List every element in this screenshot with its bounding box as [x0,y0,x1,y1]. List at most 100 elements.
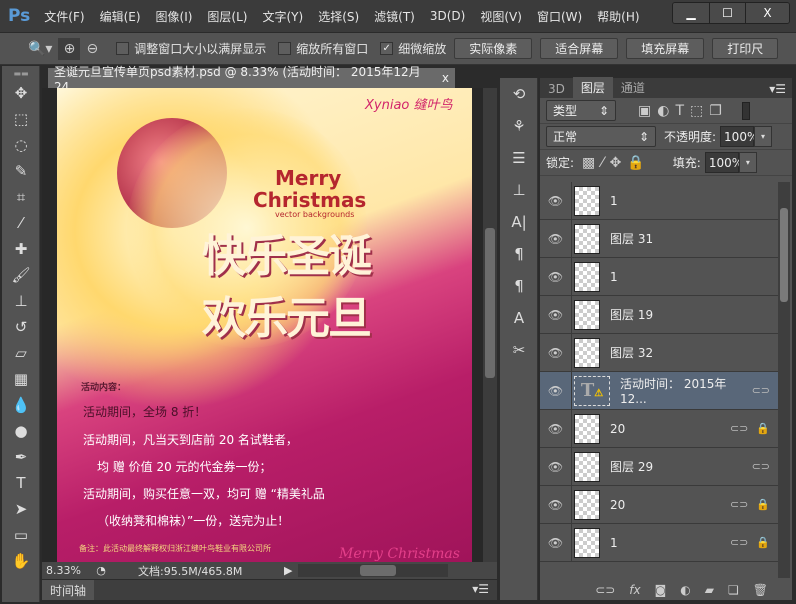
layer-name[interactable]: 1 [610,270,778,284]
document-tab[interactable]: 圣诞元旦宣传单页psd素材.psd @ 8.33% (活动时间： 2015年12… [48,65,455,94]
add-mask-icon[interactable]: ◙ [655,583,667,597]
maximize-button[interactable]: ☐ [709,3,745,23]
brush-tool-icon[interactable]: 🖌 [2,262,40,288]
menu-filter[interactable]: 滤镜(T) [374,8,415,25]
shape-tool-icon[interactable]: ▭ [2,522,40,548]
tab-channels[interactable]: 通道 [613,77,653,98]
actual-pixels-button[interactable]: 实际像素 [454,38,533,59]
layer-row[interactable]: 👁 1 [540,182,778,220]
character-styles-icon[interactable]: ¶ [500,270,538,302]
visibility-eye-icon[interactable]: 👁 [540,182,572,220]
tool-presets-icon[interactable]: ⚘ [500,110,538,142]
fill-screen-button[interactable]: 填充屏幕 [626,38,705,59]
filter-shape-icon[interactable]: ⬚ [690,103,703,119]
status-arrow-icon[interactable]: ▶ [284,564,292,577]
layer-row[interactable]: 👁 20 ⊂⊃ 🔒 [540,485,778,524]
layer-name[interactable]: 活动时间： 2015年12... [620,375,752,406]
visibility-eye-icon[interactable]: 👁 [540,485,572,524]
eraser-tool-icon[interactable]: ▱ [2,340,40,366]
adjustments-icon[interactable]: ☰ [500,142,538,174]
menu-type[interactable]: 文字(Y) [262,8,303,25]
scrubby-zoom-checkbox[interactable]: ✓ 细微缩放 [380,40,446,57]
hand-tool-icon[interactable]: ✋ [2,548,40,574]
menu-layer[interactable]: 图层(L) [207,8,247,25]
layer-row[interactable]: 👁 图层 29 ⊂⊃ [540,447,778,486]
layer-name[interactable]: 1 [610,194,778,208]
visibility-eye-icon[interactable]: 👁 [540,523,572,562]
new-group-icon[interactable]: ▰ [705,583,714,597]
filter-type-icon[interactable]: T [675,103,684,119]
layers-scrollbar[interactable] [778,182,790,578]
menu-file[interactable]: 文件(F) [44,8,84,25]
gradient-tool-icon[interactable]: ▦ [2,366,40,392]
menu-window[interactable]: 窗口(W) [537,8,582,25]
layer-style-icon[interactable]: fx [629,583,640,597]
close-button[interactable]: X [745,3,789,23]
opacity-input[interactable]: 100% [720,126,758,147]
marquee-tool-icon[interactable]: ⬚ [2,106,40,132]
layer-row[interactable]: 👁 T⚠ 活动时间： 2015年12... ⊂⊃ [540,371,778,410]
close-document-icon[interactable]: x [442,71,449,85]
lock-transparent-icon[interactable]: ▩ [582,155,595,171]
type-tool-icon[interactable]: T [2,470,40,496]
timeline-tab[interactable]: 时间轴 [42,580,95,600]
visibility-eye-icon[interactable]: 👁 [540,257,572,296]
zoom-in-icon[interactable]: ⊕ [58,37,81,60]
paragraph-panel-icon[interactable]: ¶ [500,238,538,270]
visibility-eye-icon[interactable]: 👁 [540,219,572,258]
healing-brush-icon[interactable]: ✚ [2,236,40,262]
panel-menu-icon[interactable]: ▾☰ [763,80,792,98]
visibility-eye-icon[interactable]: 👁 [540,371,572,410]
fit-screen-button[interactable]: 适合屏幕 [540,38,619,59]
layer-name[interactable]: 图层 31 [610,230,778,247]
clone-source-icon[interactable]: ⊥ [500,174,538,206]
layer-name[interactable]: 图层 32 [610,344,778,361]
scroll-thumb[interactable] [780,208,788,302]
move-tool-icon[interactable]: ✥ [2,80,40,106]
delete-layer-icon[interactable]: 🗑 [753,583,768,597]
visibility-eye-icon[interactable]: 👁 [540,447,572,486]
menu-3d[interactable]: 3D(D) [430,9,465,23]
filter-type-select[interactable]: 类型 ⇕ [546,100,616,121]
layer-name[interactable]: 图层 29 [610,458,752,475]
dodge-tool-icon[interactable]: ● [2,418,40,444]
layer-row[interactable]: 👁 图层 31 [540,219,778,258]
zoom-all-checkbox[interactable]: 缩放所有窗口 [278,40,368,57]
layer-name[interactable]: 20 [610,422,730,436]
lock-position-icon[interactable]: ✥ [610,155,622,171]
menu-image[interactable]: 图像(I) [156,8,193,25]
layer-name[interactable]: 1 [610,536,730,550]
layer-row[interactable]: 👁 20 ⊂⊃ 🔒 [540,409,778,448]
link-layers-icon[interactable]: ⊂⊃ [595,583,615,597]
visibility-eye-icon[interactable]: 👁 [540,333,572,372]
fill-dropdown[interactable]: ▾ [738,152,757,173]
pen-tool-icon[interactable]: ✒ [2,444,40,470]
resize-windows-checkbox[interactable]: 调整窗口大小以满屏显示 [116,40,266,57]
blend-mode-select[interactable]: 正常 ⇕ [546,126,656,147]
zoom-out-icon[interactable]: ⊖ [86,41,98,57]
panel-grip[interactable]: ▬▬ [2,66,40,80]
crop-tool-icon[interactable]: ⌗ [2,184,40,210]
layer-row[interactable]: 👁 1 [540,257,778,296]
zoom-level[interactable]: 8.33% [42,564,90,577]
visibility-eye-icon[interactable]: 👁 [540,295,572,334]
tab-3d[interactable]: 3D [540,80,573,98]
filter-adjustment-icon[interactable]: ◐ [657,103,669,119]
print-size-button[interactable]: 打印尺 [712,38,779,59]
eyedropper-tool-icon[interactable]: ⁄ [2,210,40,236]
menu-view[interactable]: 视图(V) [480,8,522,25]
filter-smart-object-icon[interactable]: ❐ [709,103,722,119]
blur-tool-icon[interactable]: 💧 [2,392,40,418]
tab-layers[interactable]: 图层 [572,77,613,98]
scroll-thumb[interactable] [485,228,495,378]
layer-row[interactable]: 👁 图层 19 [540,295,778,334]
new-layer-icon[interactable]: ❏ [728,583,739,597]
filter-toggle[interactable] [741,101,750,120]
layer-row[interactable]: 👁 1 ⊂⊃ 🔒 [540,523,778,562]
zoom-tool-preset-icon[interactable]: 🔍▾ [28,41,52,57]
menu-select[interactable]: 选择(S) [318,8,359,25]
minimize-button[interactable]: ▁ [673,3,709,23]
canvas-horizontal-scrollbar[interactable] [298,564,449,577]
timeline-menu-icon[interactable]: ▾☰ [464,580,497,600]
layer-name[interactable]: 图层 19 [610,306,778,323]
